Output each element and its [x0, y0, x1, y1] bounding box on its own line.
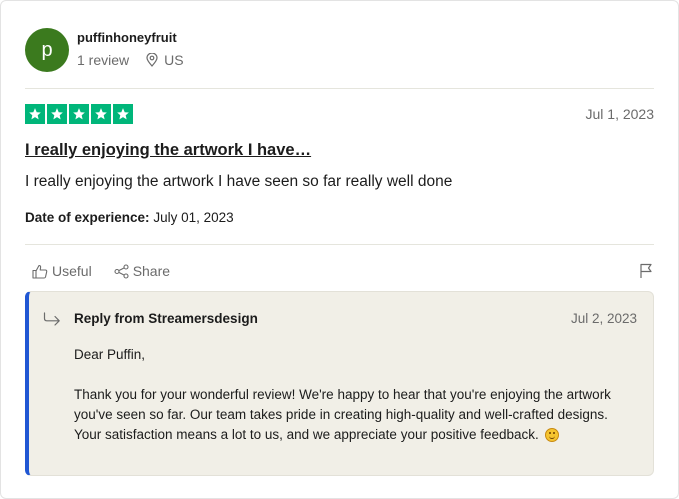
star-icon — [91, 104, 111, 124]
date-of-experience: Date of experience: July 01, 2023 — [25, 210, 234, 225]
useful-button[interactable]: Useful — [32, 263, 92, 279]
reply-date: Jul 2, 2023 — [570, 311, 637, 326]
reviewer-location: US — [146, 52, 184, 68]
star-icon — [69, 104, 89, 124]
star-icon — [25, 104, 45, 124]
star-icon — [113, 104, 133, 124]
reply-text: Thank you for your wonderful review! We'… — [74, 385, 614, 445]
review-actions: Useful Share — [32, 263, 192, 279]
experience-label: Date of experience: — [25, 210, 150, 225]
review-count: 1 review — [77, 52, 130, 68]
share-icon — [114, 263, 129, 279]
avatar[interactable]: p — [25, 28, 69, 72]
share-button[interactable]: Share — [114, 263, 170, 279]
divider — [25, 88, 654, 89]
useful-label: Useful — [52, 263, 92, 279]
location-pin-icon — [146, 53, 158, 67]
review-card: p puffinhoneyfruit 1 review US Jul 1, 20… — [0, 0, 679, 499]
reviewer-meta: 1 review US — [77, 52, 184, 68]
review-date: Jul 1, 2023 — [585, 106, 655, 122]
share-label: Share — [132, 263, 171, 279]
smiling-face-icon — [544, 428, 559, 442]
star-icon — [47, 104, 67, 124]
reviewer-name[interactable]: puffinhoneyfruit — [77, 30, 177, 45]
reply-greeting: Dear Puffin, — [74, 347, 146, 362]
star-rating — [25, 104, 133, 124]
company-reply: Reply from Streamersdesign Jul 2, 2023 D… — [25, 291, 654, 476]
review-title[interactable]: I really enjoying the artwork I have… — [25, 141, 311, 160]
review-body: I really enjoying the artwork I have see… — [25, 173, 453, 190]
reply-from: Reply from Streamersdesign — [74, 311, 258, 326]
report-button[interactable] — [639, 263, 653, 284]
reviewer-country: US — [164, 52, 184, 68]
experience-date: July 01, 2023 — [153, 210, 234, 225]
thumbs-up-icon — [32, 264, 48, 279]
divider — [25, 244, 654, 245]
reply-body: Thank you for your wonderful review! We'… — [74, 387, 611, 442]
flag-icon — [640, 263, 652, 278]
reply-arrow-icon — [43, 312, 60, 326]
